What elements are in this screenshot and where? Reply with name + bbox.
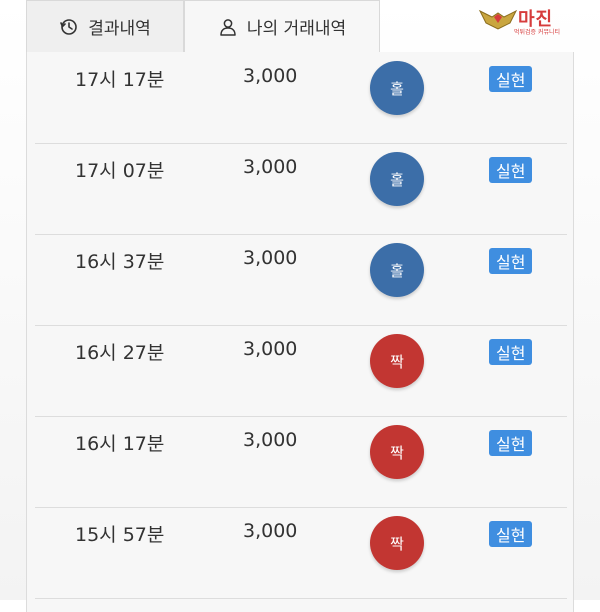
history-row: 16시 17분 3,000 짝 실현 [35, 416, 567, 508]
row-amount: 3,000 [243, 338, 298, 360]
eagle-logo-icon [478, 9, 518, 30]
history-row: 16시 27분 3,000 짝 실현 [35, 325, 567, 417]
row-amount: 3,000 [243, 247, 298, 269]
tab-my-history-label: 나의 거래내역 [246, 19, 347, 39]
row-time: 16시 17분 [75, 433, 165, 455]
user-icon [218, 17, 238, 37]
pick-badge-odd: 홀 [370, 243, 424, 297]
row-amount: 3,000 [243, 156, 298, 178]
pick-badge-even: 짝 [370, 425, 424, 479]
row-time: 17시 17분 [75, 69, 165, 91]
row-amount: 3,000 [243, 65, 298, 87]
history-icon [59, 17, 79, 37]
status-badge: 실현 [489, 248, 533, 274]
history-row: 16시 37분 3,000 홀 실현 [35, 234, 567, 326]
pick-badge-even: 짝 [370, 334, 424, 388]
history-row: 17시 17분 3,000 홀 실현 [35, 52, 567, 144]
status-badge: 실현 [489, 339, 533, 365]
pick-badge-even: 짝 [370, 516, 424, 570]
tab-my-history[interactable]: 나의 거래내역 [184, 0, 380, 52]
row-time: 16시 37분 [75, 251, 165, 273]
tab-results[interactable]: 결과내역 [26, 0, 184, 52]
status-badge: 실현 [489, 521, 533, 547]
row-time: 15시 57분 [75, 524, 165, 546]
history-row: 15시 57분 3,000 짝 실현 [35, 507, 567, 599]
history-list: 17시 17분 3,000 홀 실현 17시 07분 3,000 홀 실현 16… [26, 52, 574, 612]
status-badge: 실현 [489, 430, 533, 456]
pick-badge-odd: 홀 [370, 61, 424, 115]
logo-subtitle: 먹튀검증 커뮤니티 [514, 29, 561, 36]
history-row: 17시 07분 3,000 홀 실현 [35, 143, 567, 235]
status-badge: 실현 [489, 157, 533, 183]
status-badge: 실현 [489, 66, 533, 92]
row-amount: 3,000 [243, 429, 298, 451]
row-time: 17시 07분 [75, 160, 165, 182]
site-logo: 마진 먹튀검증 커뮤니티 [478, 3, 593, 37]
row-amount: 3,000 [243, 520, 298, 542]
tab-results-label: 결과내역 [88, 19, 151, 39]
pick-badge-odd: 홀 [370, 152, 424, 206]
row-time: 16시 27분 [75, 342, 165, 364]
